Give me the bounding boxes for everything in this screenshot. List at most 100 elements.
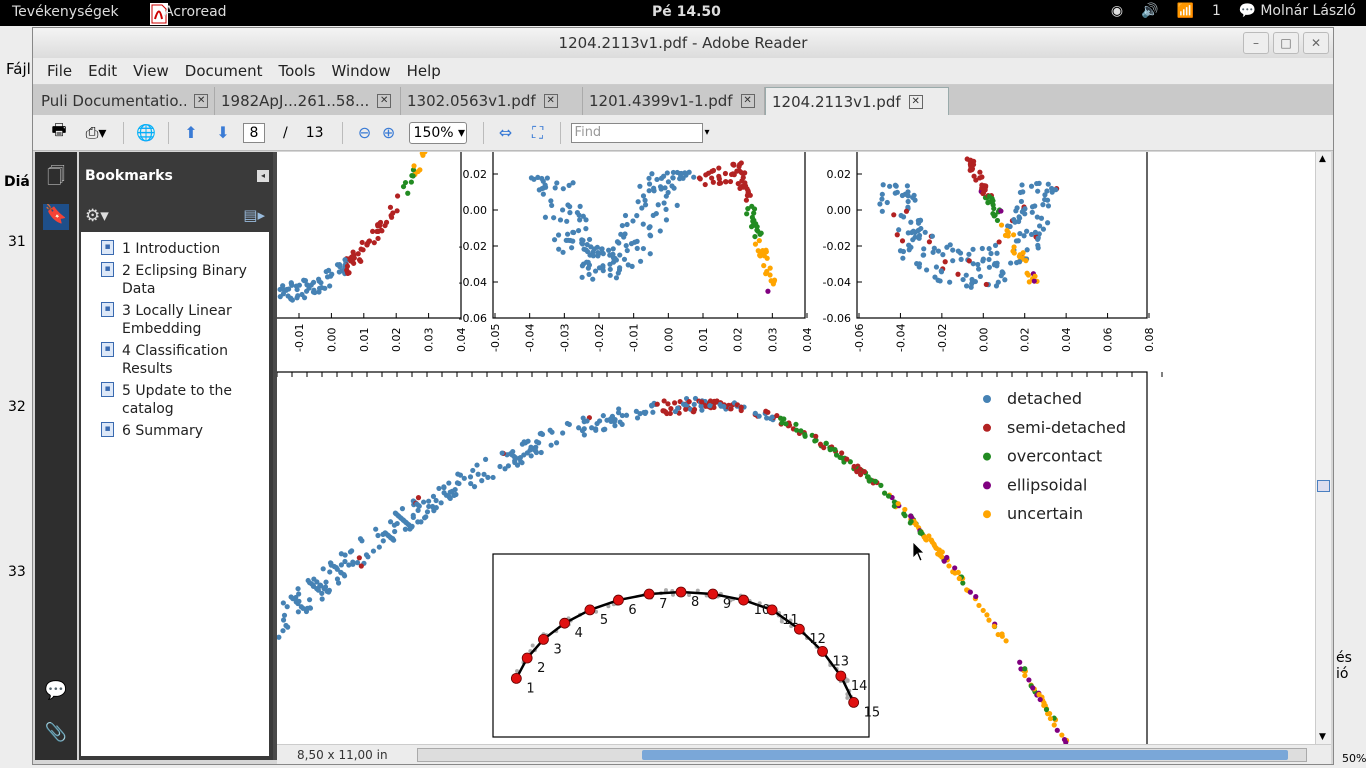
bookmark-item[interactable]: ▪ 6 Summary [81, 420, 269, 442]
tab-close-icon[interactable]: ✕ [740, 94, 755, 108]
print-icon[interactable]: 🖶 [47, 120, 71, 144]
scatter-point [812, 438, 818, 444]
menu-help[interactable]: Help [399, 62, 449, 80]
inset-node [613, 594, 624, 606]
zoom-select[interactable]: 150% ▾ [408, 121, 467, 144]
bookmark-item[interactable]: ▪ 1 Introduction [81, 238, 269, 260]
tab-document-active[interactable]: 1204.2113v1.pdf ✕ [765, 87, 949, 115]
scatter-point [737, 185, 743, 191]
scatter-point [649, 403, 655, 409]
scatter-point [560, 430, 566, 436]
fit-width-icon[interactable]: ⇔ [494, 122, 518, 144]
zoom-out-icon[interactable]: ⊖ [353, 122, 377, 144]
find-dropdown-icon[interactable]: ▾ [705, 127, 710, 138]
tab-document[interactable]: Puli Documentatio... ✕ [35, 87, 215, 115]
bg-menu-file[interactable]: Fájl [6, 60, 31, 78]
window-titlebar[interactable]: 1204.2113v1.pdf - Adobe Reader – □ ✕ [33, 28, 1333, 58]
scatter-point [358, 258, 364, 264]
scatter-point [902, 513, 908, 519]
collapse-panel-icon[interactable]: ◂ [257, 170, 269, 182]
expand-bookmark-icon[interactable]: ▤▸ [243, 206, 265, 224]
collaborate-icon[interactable]: 🌐 [134, 122, 158, 144]
scatter-point [926, 239, 933, 245]
bookmark-item[interactable]: ▪ 3 Locally Linear Embedding [81, 300, 269, 340]
menu-edit[interactable]: Edit [80, 62, 125, 80]
bookmark-icon: ▪ [101, 422, 114, 437]
document-view[interactable]: -0.01 0.00 0.01 0.02 0.03 0.04 -0.05 -0.04 -0.03… [277, 152, 1315, 744]
share-icon[interactable]: ⎙▾ [79, 122, 113, 144]
bookmark-item[interactable]: ▪ 2 Eclipsing Binary Data [81, 260, 269, 300]
user-menu[interactable]: Molnár László [1260, 3, 1356, 19]
vertical-scrollbar[interactable]: ▲ ▼ [1315, 152, 1331, 744]
tab-document[interactable]: 1302.0563v1.pdf ✕ [401, 87, 583, 115]
minimize-button[interactable]: – [1243, 32, 1269, 54]
chat-icon[interactable]: 💬 [1239, 3, 1256, 19]
scatter-point [958, 256, 964, 262]
scatter-point [921, 252, 927, 258]
bookmarks-icon[interactable]: 🔖 [43, 204, 69, 230]
menu-file[interactable]: File [39, 62, 80, 80]
fit-page-icon[interactable]: ⛶ [526, 122, 550, 144]
scatter-point [984, 612, 990, 618]
inset-node [848, 697, 860, 708]
menu-document[interactable]: Document [177, 62, 271, 80]
scatter-point [994, 260, 1000, 266]
scatter-point [471, 484, 478, 490]
comments-icon[interactable]: 💬 [43, 680, 69, 706]
scatter-point [553, 440, 560, 446]
find-input[interactable]: Find [570, 122, 703, 143]
scatter-point [296, 598, 302, 604]
inset-node-label: 1 [526, 681, 534, 696]
scatter-point [584, 418, 590, 424]
scroll-thumb[interactable] [1317, 480, 1330, 492]
menu-tools[interactable]: Tools [271, 62, 324, 80]
maximize-button[interactable]: □ [1273, 32, 1299, 54]
scroll-down-icon[interactable]: ▼ [1319, 732, 1326, 742]
bg-row: 33 [8, 564, 26, 580]
tab-close-icon[interactable]: ✕ [377, 94, 392, 108]
gear-icon[interactable]: ⚙▾ [85, 206, 109, 226]
bookmark-item[interactable]: ▪ 4 Classification Results [81, 340, 269, 380]
tab-close-icon[interactable]: ✕ [908, 94, 923, 109]
zoom-in-icon[interactable]: ⊕ [377, 122, 401, 144]
scatter-point [646, 181, 653, 187]
horizontal-scrollbar[interactable] [417, 748, 1307, 762]
clock[interactable]: Pé 14.50 [652, 4, 721, 20]
scatter-point [570, 180, 576, 186]
scatter-point [542, 214, 549, 220]
scatter-point [334, 262, 341, 268]
scatter-point [377, 219, 384, 226]
scatter-point [1010, 232, 1017, 238]
activities-button[interactable]: Tevékenységek [12, 4, 119, 20]
scatter-point [619, 222, 625, 229]
scatter-point [655, 202, 661, 208]
workspace-indicator[interactable]: 1 [1212, 3, 1221, 19]
tab-close-icon[interactable]: ✕ [194, 94, 208, 108]
tab-document[interactable]: 1201.4399v1-1.pdf ✕ [583, 87, 765, 115]
app-menu[interactable]: Acroread [164, 4, 227, 20]
pages-icon[interactable]: 🗍 [43, 164, 69, 190]
tab-document[interactable]: 1982ApJ...261..58... ✕ [215, 87, 401, 115]
bookmark-item[interactable]: ▪ 5 Update to the catalog [81, 380, 269, 420]
close-button[interactable]: ✕ [1303, 32, 1329, 54]
record-icon[interactable]: ◉ [1111, 3, 1123, 19]
wifi-icon[interactable]: 📶 [1177, 3, 1194, 19]
menu-window[interactable]: Window [323, 62, 398, 80]
scatter-point [1023, 258, 1029, 264]
menu-view[interactable]: View [125, 62, 177, 80]
x-tick-label: 0.04 [455, 328, 468, 353]
attachments-icon[interactable]: 📎 [43, 722, 69, 748]
tab-close-icon[interactable]: ✕ [543, 94, 558, 108]
horizontal-scroll-thumb[interactable] [642, 750, 1288, 760]
next-page-icon[interactable]: ⬇ [211, 122, 235, 144]
scroll-up-icon[interactable]: ▲ [1319, 154, 1326, 164]
scatter-point [658, 186, 664, 192]
scatter-point [929, 233, 935, 239]
scatter-point [774, 412, 780, 419]
scatter-point [908, 518, 914, 525]
page-number-input[interactable]: 8 [243, 122, 265, 143]
scatter-point [933, 264, 940, 270]
scatter-point [634, 238, 640, 244]
previous-page-icon[interactable]: ⬆ [179, 122, 203, 144]
volume-icon[interactable]: 🔊 [1141, 3, 1158, 19]
